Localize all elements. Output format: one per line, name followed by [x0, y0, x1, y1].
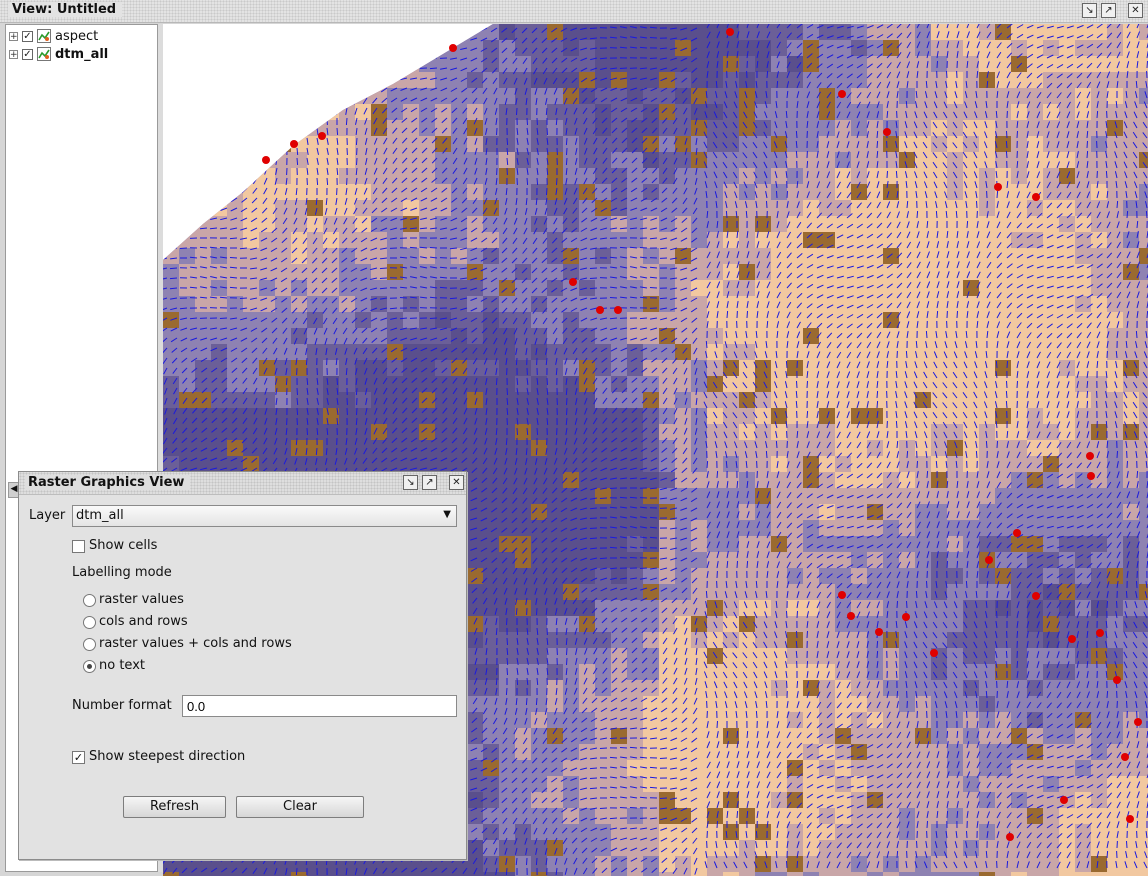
- outlet-point: [930, 649, 938, 657]
- dropdown-arrow-icon: ▼: [443, 509, 451, 520]
- view-titlebar[interactable]: View: Untitled ↘ ↗ ✕: [0, 0, 1148, 23]
- outlet-point: [1086, 452, 1094, 460]
- maximize-icon[interactable]: ↗: [422, 475, 437, 490]
- outlet-point: [262, 156, 270, 164]
- dialog-titlebar[interactable]: Raster Graphics View ↘ ↗ ✕: [19, 472, 466, 495]
- outlet-point: [290, 140, 298, 148]
- outlet-point: [1006, 833, 1014, 841]
- outlet-point: [985, 556, 993, 564]
- show-cells-label: Show cells: [89, 538, 158, 553]
- radio-no-text-label: no text: [99, 658, 145, 673]
- layer-select-value: dtm_all: [76, 508, 124, 523]
- minimize-icon[interactable]: ↘: [403, 475, 418, 490]
- outlet-point: [449, 44, 457, 52]
- outlet-point: [847, 612, 855, 620]
- dialog-title: Raster Graphics View: [25, 475, 191, 490]
- layer-label: Layer: [29, 508, 66, 523]
- maximize-icon[interactable]: ↗: [1101, 3, 1116, 18]
- outlet-point: [1060, 796, 1068, 804]
- outlet-point: [569, 278, 577, 286]
- outlet-point: [838, 90, 846, 98]
- raster-layer-icon: [37, 47, 51, 61]
- view-title: View: Untitled: [8, 2, 123, 17]
- outlet-point: [902, 613, 910, 621]
- outlet-point: [614, 306, 622, 314]
- clear-button[interactable]: Clear: [236, 796, 364, 818]
- outlet-point: [883, 128, 891, 136]
- layer-name: aspect: [55, 28, 99, 44]
- outlet-point: [1096, 629, 1104, 637]
- radio-raster-values-cols-rows[interactable]: [83, 638, 96, 651]
- outlet-point: [994, 183, 1002, 191]
- raster-layer-icon: [37, 29, 51, 43]
- outlet-point: [1126, 815, 1134, 823]
- show-steepest-direction-checkbox[interactable]: ✓: [72, 751, 85, 764]
- outlet-point: [1134, 718, 1142, 726]
- radio-raster-values-label: raster values: [99, 592, 184, 607]
- outlet-point: [1032, 193, 1040, 201]
- outlet-point: [596, 306, 604, 314]
- outlet-point: [875, 628, 883, 636]
- layer-name: dtm_all: [55, 46, 109, 62]
- layer-visibility-checkbox[interactable]: ✓: [22, 30, 33, 42]
- layer-select[interactable]: dtm_all ▼: [72, 505, 457, 527]
- outlet-point: [318, 132, 326, 140]
- radio-cols-and-rows-label: cols and rows: [99, 614, 188, 629]
- radio-no-text[interactable]: [83, 660, 96, 673]
- outlet-point: [726, 28, 734, 36]
- layer-visibility-checkbox[interactable]: ✓: [22, 48, 33, 60]
- number-format-label: Number format: [72, 698, 172, 713]
- refresh-button[interactable]: Refresh: [123, 796, 226, 818]
- outlet-point: [1068, 635, 1076, 643]
- radio-cols-and-rows[interactable]: [83, 616, 96, 629]
- show-cells-checkbox[interactable]: [72, 540, 85, 553]
- raster-graphics-view-dialog: Raster Graphics View ↘ ↗ ✕ Layer dtm_all…: [18, 471, 467, 860]
- radio-raster-values-cols-rows-label: raster values + cols and rows: [99, 636, 292, 651]
- layer-item-aspect[interactable]: + ✓ aspect: [9, 27, 98, 45]
- outlet-point: [1032, 592, 1040, 600]
- labelling-mode-label: Labelling mode: [72, 565, 172, 580]
- outlet-point: [1087, 472, 1095, 480]
- minimize-icon[interactable]: ↘: [1082, 3, 1097, 18]
- outlet-point: [1121, 753, 1129, 761]
- expand-icon[interactable]: +: [9, 31, 18, 41]
- expand-icon[interactable]: +: [9, 49, 18, 59]
- layer-item-dtm-all[interactable]: + ✓ dtm_all: [9, 45, 108, 63]
- radio-selected-dot: [87, 664, 92, 669]
- number-format-input[interactable]: [182, 695, 457, 717]
- close-icon[interactable]: ✕: [449, 475, 464, 490]
- outlet-point: [838, 591, 846, 599]
- outlet-point: [1113, 676, 1121, 684]
- show-steepest-direction-label: Show steepest direction: [89, 749, 246, 764]
- outlet-point: [1013, 529, 1021, 537]
- radio-raster-values[interactable]: [83, 594, 96, 607]
- close-icon[interactable]: ✕: [1128, 3, 1143, 18]
